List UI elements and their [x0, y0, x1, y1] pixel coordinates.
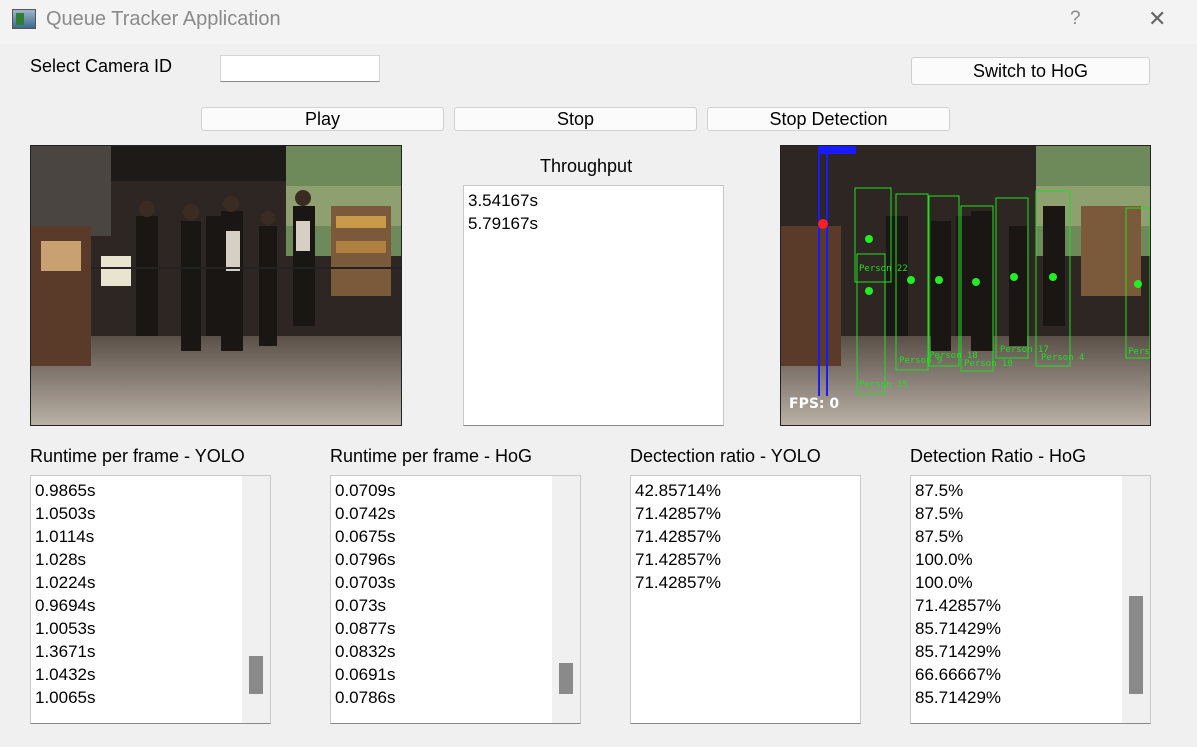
list-item[interactable]: 1.0224s [35, 571, 96, 594]
app-icon [12, 9, 36, 29]
list-item[interactable]: 0.0742s [335, 502, 396, 525]
yolo-detection-ratio-label: Dectection ratio - YOLO [630, 446, 821, 466]
list-item[interactable]: 87.5% [915, 479, 1001, 502]
list-item[interactable]: 1.0053s [35, 617, 96, 640]
close-button[interactable]: ✕ [1148, 6, 1166, 32]
list-item[interactable]: 1.3671s [35, 640, 96, 663]
scrollbar-thumb[interactable] [559, 663, 573, 694]
list-item[interactable]: 71.42857% [635, 571, 721, 594]
window-title: Queue Tracker Application [46, 8, 281, 30]
list-item[interactable]: 100.0% [915, 571, 1001, 594]
list-item[interactable]: 42.85714% [635, 479, 721, 502]
list-item[interactable]: 85.71429% [915, 686, 1001, 709]
list-item[interactable]: 1.0065s [35, 686, 96, 709]
list-item[interactable]: 0.0832s [335, 640, 396, 663]
list-item[interactable]: 1.028s [35, 548, 96, 571]
hog-runtime-label: Runtime per frame - HoG [330, 446, 533, 466]
hog-runtime-list[interactable]: 0.0709s 0.0742s 0.0675s 0.0796s 0.0703s … [330, 475, 581, 724]
camera-id-label: Select Camera ID [30, 56, 173, 76]
list-item[interactable]: 3.54167s [468, 189, 538, 212]
scrollbar[interactable] [552, 476, 580, 723]
throughput-label: Throughput [540, 156, 633, 176]
list-item[interactable]: 0.9694s [35, 594, 96, 617]
list-item[interactable]: 0.0709s [335, 479, 396, 502]
list-item[interactable]: 0.0691s [335, 663, 396, 686]
title-bar: Queue Tracker Application ? ✕ [0, 0, 1197, 44]
yolo-runtime-label: Runtime per frame - YOLO [30, 446, 245, 466]
switch-to-hog-button[interactable]: Switch to HoG [911, 57, 1150, 85]
list-item[interactable]: 0.0703s [335, 571, 396, 594]
camera-feed-image [31, 146, 401, 425]
list-item[interactable]: 1.0503s [35, 502, 96, 525]
list-item[interactable]: 66.66667% [915, 663, 1001, 686]
list-item[interactable]: 1.0432s [35, 663, 96, 686]
help-button[interactable]: ? [1070, 8, 1081, 30]
list-item[interactable]: 0.0796s [335, 548, 396, 571]
box-label: Person 10 [964, 359, 1013, 369]
hog-detection-ratio-list[interactable]: 87.5% 87.5% 87.5% 100.0% 100.0% 71.42857… [910, 475, 1151, 724]
list-item[interactable]: 85.71429% [915, 640, 1001, 663]
play-button[interactable]: Play [201, 107, 444, 131]
list-item[interactable]: 5.79167s [468, 212, 538, 235]
box-label: Person 9 [899, 356, 942, 366]
box-label: Person 4 [1041, 353, 1084, 363]
scrollbar-thumb[interactable] [1129, 596, 1143, 694]
detection-feed-view: Person 22 Person 18 Person 10 Person 17 … [780, 145, 1151, 426]
list-item[interactable]: 87.5% [915, 502, 1001, 525]
list-item[interactable]: 0.073s [335, 594, 396, 617]
list-item[interactable]: 87.5% [915, 525, 1001, 548]
list-item[interactable]: 71.42857% [915, 594, 1001, 617]
stop-button[interactable]: Stop [454, 107, 697, 131]
yolo-runtime-list[interactable]: 0.9865s 1.0503s 1.0114s 1.028s 1.0224s 0… [30, 475, 271, 724]
throughput-list[interactable]: 3.54167s 5.79167s [463, 185, 724, 426]
box-label: Person 22 [859, 264, 908, 274]
list-item[interactable]: 0.0877s [335, 617, 396, 640]
yolo-detection-ratio-list[interactable]: 42.85714% 71.42857% 71.42857% 71.42857% … [630, 475, 861, 724]
fps-readout: FPS: 0 [789, 396, 839, 412]
list-item[interactable]: 71.42857% [635, 548, 721, 571]
hog-detection-ratio-label: Detection Ratio - HoG [910, 446, 1087, 466]
stop-detection-button[interactable]: Stop Detection [707, 107, 950, 131]
camera-feed-view [30, 145, 402, 426]
box-label: Person 15 [859, 380, 908, 390]
box-label: Pers [1128, 347, 1150, 357]
detection-feed-image: Person 22 Person 18 Person 10 Person 17 … [781, 146, 1150, 425]
list-item[interactable]: 0.0675s [335, 525, 396, 548]
list-item[interactable]: 0.0786s [335, 686, 396, 709]
list-item[interactable]: 100.0% [915, 548, 1001, 571]
scrollbar[interactable] [242, 476, 270, 723]
camera-id-input[interactable] [220, 55, 380, 82]
list-item[interactable]: 71.42857% [635, 525, 721, 548]
list-item[interactable]: 71.42857% [635, 502, 721, 525]
scrollbar[interactable] [1122, 476, 1150, 723]
scrollbar-thumb[interactable] [249, 656, 263, 694]
list-item[interactable]: 0.9865s [35, 479, 96, 502]
list-item[interactable]: 85.71429% [915, 617, 1001, 640]
list-item[interactable]: 1.0114s [35, 525, 96, 548]
